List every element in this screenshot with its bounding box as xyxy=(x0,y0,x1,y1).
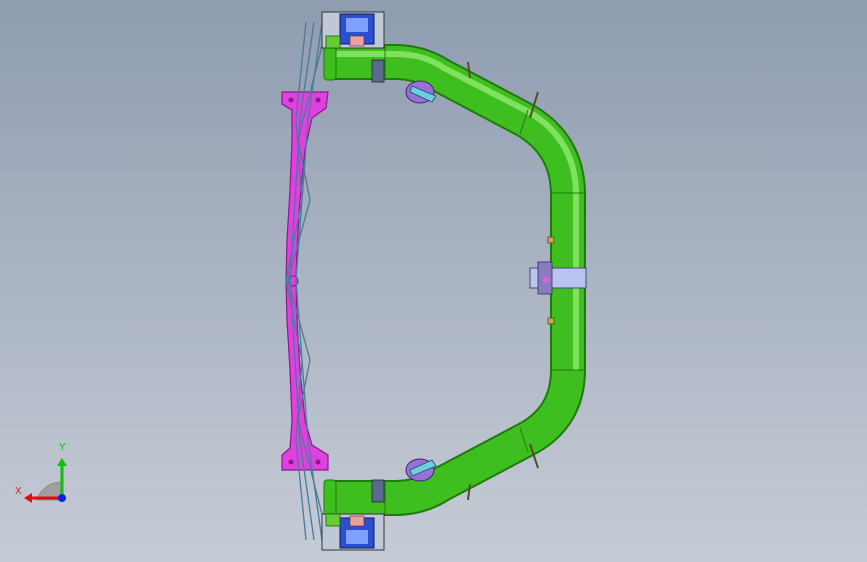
y-axis-label: Y xyxy=(59,442,66,453)
model-canvas[interactable] xyxy=(0,0,867,562)
x-axis-label: X xyxy=(15,486,22,497)
cad-viewport[interactable]: X Y xyxy=(0,0,867,562)
z-axis-dot xyxy=(58,494,66,502)
